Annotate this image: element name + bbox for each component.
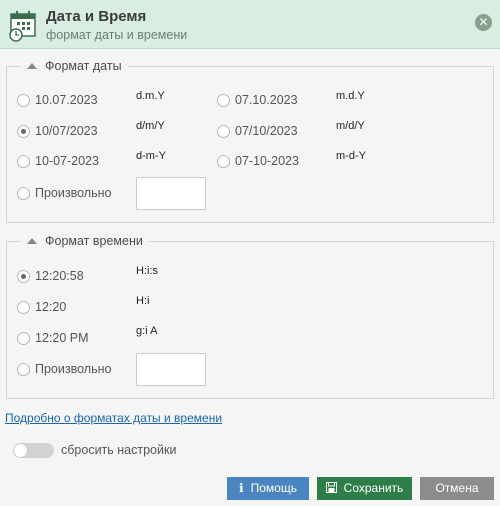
time-custom-input[interactable] <box>136 353 206 386</box>
help-button-label: Помощь <box>250 481 297 495</box>
dialog-title: Дата и Время <box>46 8 147 25</box>
save-button-label: Сохранить <box>343 481 404 495</box>
date-format-code: m.d.Y <box>336 90 365 102</box>
time-format-legend-label: Формат времени <box>45 234 143 248</box>
time-option-label[interactable]: 12:20 PM <box>35 331 89 345</box>
time-option-label[interactable]: 12:20:58 <box>35 269 84 283</box>
date-radio-m-slash-d-y[interactable] <box>217 125 230 138</box>
date-option-label[interactable]: 10/07/2023 <box>35 124 98 138</box>
date-custom-input[interactable] <box>136 177 206 210</box>
save-button[interactable]: Сохранить <box>317 477 412 500</box>
dialog-subtitle: формат даты и времени <box>46 28 188 42</box>
close-icon[interactable]: ✕ <box>475 14 492 31</box>
date-radio-d-dash-m-y[interactable] <box>17 155 30 168</box>
date-format-code: m-d-Y <box>336 150 366 162</box>
time-option-label[interactable]: 12:20 <box>35 300 66 314</box>
date-format-code: m/d/Y <box>336 120 365 132</box>
date-option-label[interactable]: 07-10-2023 <box>235 154 299 168</box>
cancel-button[interactable]: Отмена <box>420 477 494 500</box>
date-format-legend-label: Формат даты <box>45 59 122 73</box>
date-radio-d-slash-m-y[interactable] <box>17 125 30 138</box>
time-format-code: H:i <box>136 295 150 307</box>
time-custom-label[interactable]: Произвольно <box>35 362 111 376</box>
time-radio-gia[interactable] <box>17 332 30 345</box>
date-format-code: d-m-Y <box>136 150 166 162</box>
date-radio-custom[interactable] <box>17 187 30 200</box>
reset-settings-label: сбросить настройки <box>61 443 177 457</box>
reset-settings-toggle[interactable] <box>13 443 54 458</box>
date-radio-m-dot-d-y[interactable] <box>217 94 230 107</box>
time-radio-custom[interactable] <box>17 363 30 376</box>
time-format-legend[interactable]: Формат времени <box>21 234 149 248</box>
date-format-code: d/m/Y <box>136 120 165 132</box>
floppy-disk-icon <box>325 477 337 500</box>
date-custom-label[interactable]: Произвольно <box>35 186 111 200</box>
date-option-label[interactable]: 07/10/2023 <box>235 124 298 138</box>
format-help-link[interactable]: Подробно о форматах даты и времени <box>5 411 222 425</box>
time-radio-his[interactable] <box>17 270 30 283</box>
date-radio-d-dot-m-y[interactable] <box>17 94 30 107</box>
collapse-arrow-icon <box>27 63 37 69</box>
date-radio-m-dash-d-y[interactable] <box>217 155 230 168</box>
dialog-header: Дата и Время формат даты и времени ✕ <box>0 0 500 49</box>
date-option-label[interactable]: 10-07-2023 <box>35 154 99 168</box>
date-format-legend[interactable]: Формат даты <box>21 59 128 73</box>
collapse-arrow-icon <box>27 238 37 244</box>
help-button[interactable]: ℹ Помощь <box>227 477 309 500</box>
time-format-code: H:i:s <box>136 265 158 277</box>
info-icon: ℹ <box>239 481 244 495</box>
time-radio-hi[interactable] <box>17 301 30 314</box>
cancel-button-label: Отмена <box>435 481 479 495</box>
calendar-clock-icon <box>9 11 36 42</box>
time-format-code: g:i A <box>136 325 158 337</box>
toggle-knob <box>14 444 27 457</box>
date-option-label[interactable]: 10.07.2023 <box>35 93 98 107</box>
date-option-label[interactable]: 07.10.2023 <box>235 93 298 107</box>
date-format-code: d.m.Y <box>136 90 165 102</box>
